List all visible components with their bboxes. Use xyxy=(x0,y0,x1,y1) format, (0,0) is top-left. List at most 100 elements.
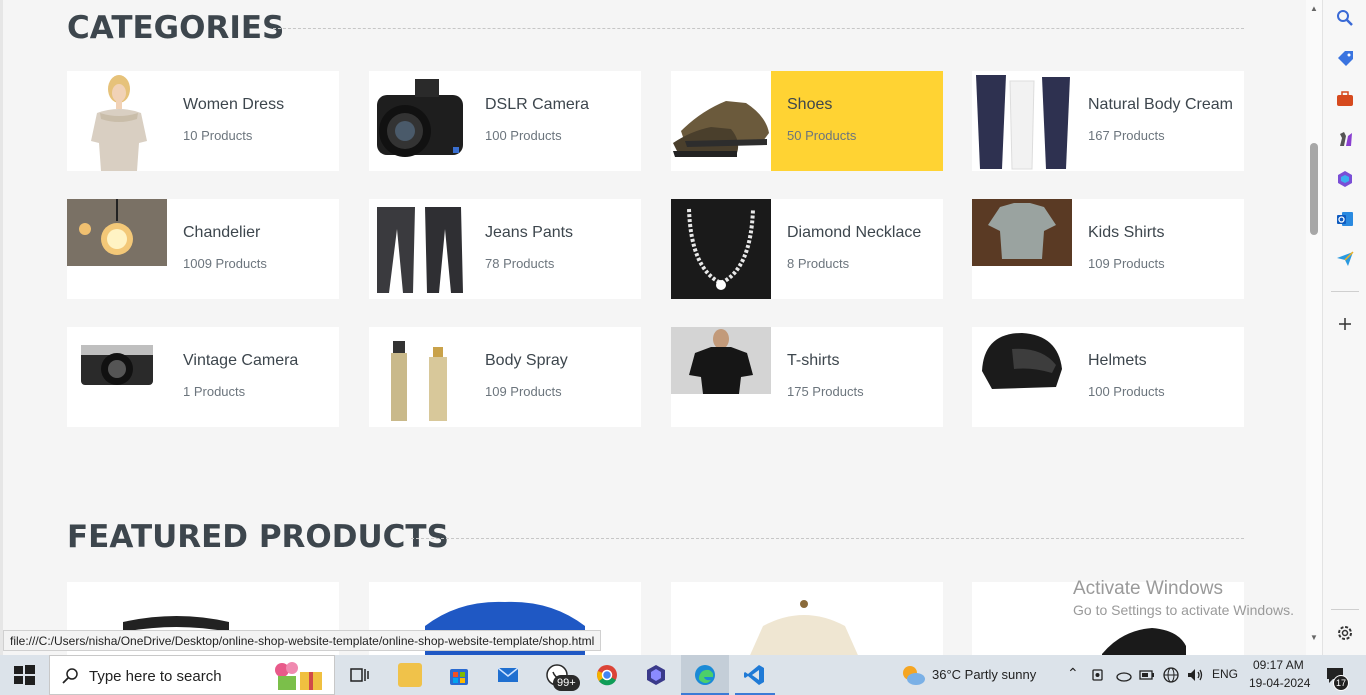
add-icon[interactable] xyxy=(1335,314,1355,334)
category-name: Chandelier xyxy=(183,224,261,241)
battery-icon[interactable] xyxy=(1139,668,1155,682)
category-info: Jeans Pants 78 Products xyxy=(469,199,641,299)
category-card-jeans-pants[interactable]: Jeans Pants 78 Products xyxy=(369,199,641,299)
search-icon xyxy=(62,668,78,684)
category-count: 109 Products xyxy=(1088,256,1165,271)
chevron-up-icon[interactable]: ⌃ xyxy=(1067,665,1079,682)
category-info: Body Spray 109 Products xyxy=(469,327,641,427)
sidebar-divider xyxy=(1331,609,1359,610)
network-globe-icon[interactable] xyxy=(1162,666,1180,684)
taskbar-search-placeholder: Type here to search xyxy=(89,668,222,685)
dslr-camera-photo xyxy=(369,71,469,171)
category-name: Women Dress xyxy=(183,96,285,113)
scroll-up-icon[interactable]: ▲ xyxy=(1310,4,1318,13)
category-info: T-shirts 175 Products xyxy=(771,327,943,427)
category-count: 109 Products xyxy=(485,384,562,399)
chess-icon[interactable] xyxy=(1335,129,1355,149)
category-name: Kids Shirts xyxy=(1088,224,1165,241)
category-card-women-dress[interactable]: Women Dress 10 Products xyxy=(67,71,339,171)
necklace-photo xyxy=(671,199,771,299)
input-language[interactable]: ENG xyxy=(1212,667,1238,681)
category-name: Helmets xyxy=(1088,352,1147,369)
shoes-photo xyxy=(671,71,771,171)
meet-now-icon[interactable] xyxy=(1090,667,1106,683)
search-icon[interactable] xyxy=(1335,8,1355,28)
clock-date[interactable]: 19-04-2024 xyxy=(1249,676,1310,690)
windows-taskbar: Type here to search 99+ 36°C Partly sunn… xyxy=(0,655,1366,695)
vintage-camera-photo xyxy=(67,327,167,427)
weather-partly-sunny-icon xyxy=(903,666,925,685)
category-count: 100 Products xyxy=(485,128,562,143)
category-name: DSLR Camera xyxy=(485,96,590,113)
category-card-helmets[interactable]: Helmets 100 Products xyxy=(972,327,1244,427)
category-info: Helmets 100 Products xyxy=(1072,327,1244,427)
mail-icon[interactable] xyxy=(496,663,520,687)
category-name: Vintage Camera xyxy=(183,352,299,369)
category-card-shoes[interactable]: Shoes 50 Products xyxy=(671,71,943,171)
product-card[interactable] xyxy=(671,582,943,655)
category-card-kids-shirts[interactable]: Kids Shirts 109 Products xyxy=(972,199,1244,299)
categories-heading: CATEGORIES xyxy=(67,10,285,46)
category-count: 175 Products xyxy=(787,384,864,399)
category-info: Diamond Necklace 8 Products xyxy=(771,199,943,299)
taskbar-search-box[interactable]: Type here to search xyxy=(49,655,335,695)
copilot-icon[interactable] xyxy=(1335,169,1355,189)
category-count: 167 Products xyxy=(1088,128,1165,143)
category-info: Natural Body Cream 167 Products xyxy=(1072,71,1244,171)
task-view-icon[interactable] xyxy=(348,663,372,687)
outlook-icon[interactable] xyxy=(1335,209,1355,229)
volume-icon[interactable] xyxy=(1186,666,1204,684)
onedrive-icon[interactable] xyxy=(1114,667,1132,683)
chandelier-photo xyxy=(67,199,167,299)
microsoft-store-icon[interactable] xyxy=(447,663,471,687)
category-count: 100 Products xyxy=(1088,384,1165,399)
woman-dress-photo xyxy=(67,71,167,171)
category-card-t-shirts[interactable]: T-shirts 175 Products xyxy=(671,327,943,427)
scroll-down-icon[interactable]: ▼ xyxy=(1310,633,1318,642)
send-icon[interactable] xyxy=(1335,249,1355,269)
windows-start-icon[interactable] xyxy=(12,663,36,687)
chrome-icon[interactable] xyxy=(595,663,619,687)
body-spray-photo xyxy=(369,327,469,427)
category-card-diamond-necklace[interactable]: Diamond Necklace 8 Products xyxy=(671,199,943,299)
category-name: Natural Body Cream xyxy=(1088,96,1233,113)
file-explorer-icon[interactable] xyxy=(398,663,422,687)
category-count: 8 Products xyxy=(787,256,850,271)
category-name: Body Spray xyxy=(485,352,568,369)
category-name: Jeans Pants xyxy=(485,224,574,241)
category-name: Diamond Necklace xyxy=(787,224,922,241)
watermark-line2: Go to Settings to activate Windows. xyxy=(1073,602,1294,618)
category-card-vintage-camera[interactable]: Vintage Camera 1 Products xyxy=(67,327,339,427)
page-scrollbar[interactable]: ▲ ▼ xyxy=(1306,0,1322,655)
category-card-body-spray[interactable]: Body Spray 109 Products xyxy=(369,327,641,427)
sidebar-divider xyxy=(1331,291,1359,292)
featured-products-heading: FEATURED PRODUCTS xyxy=(67,519,449,555)
category-card-dslr-camera[interactable]: DSLR Camera 100 Products xyxy=(369,71,641,171)
scrollbar-thumb[interactable] xyxy=(1310,143,1318,235)
category-count: 10 Products xyxy=(183,128,253,143)
category-info: Vintage Camera 1 Products xyxy=(167,327,339,427)
clock-time[interactable]: 09:17 AM xyxy=(1253,658,1304,672)
category-name: Shoes xyxy=(787,96,833,113)
categories-divider xyxy=(273,28,1244,29)
category-card-chandelier[interactable]: Chandelier 1009 Products xyxy=(67,199,339,299)
settings-icon[interactable] xyxy=(1335,623,1355,643)
flowers-gift-icon xyxy=(275,662,322,690)
tshirt-photo xyxy=(671,327,771,427)
notification-badge: 17 xyxy=(1333,675,1349,691)
app-icon[interactable] xyxy=(644,663,668,687)
category-count: 1 Products xyxy=(183,384,246,399)
body-cream-photo xyxy=(972,71,1072,171)
weather-text[interactable]: 36°C Partly sunny xyxy=(932,667,1036,682)
vscode-icon[interactable] xyxy=(742,663,766,687)
status-bar-url: file:///C:/Users/nisha/OneDrive/Desktop/… xyxy=(3,630,602,651)
edge-browser-icon[interactable] xyxy=(693,663,717,687)
whatsapp-badge: 99+ xyxy=(553,675,580,691)
category-card-natural-body-cream[interactable]: Natural Body Cream 167 Products xyxy=(972,71,1244,171)
category-info: Women Dress 10 Products xyxy=(167,71,339,171)
briefcase-icon[interactable] xyxy=(1335,89,1355,109)
tag-icon[interactable] xyxy=(1335,49,1355,69)
category-info: DSLR Camera 100 Products xyxy=(469,71,641,171)
category-info: Kids Shirts 109 Products xyxy=(1072,199,1244,299)
category-count: 78 Products xyxy=(485,256,555,271)
